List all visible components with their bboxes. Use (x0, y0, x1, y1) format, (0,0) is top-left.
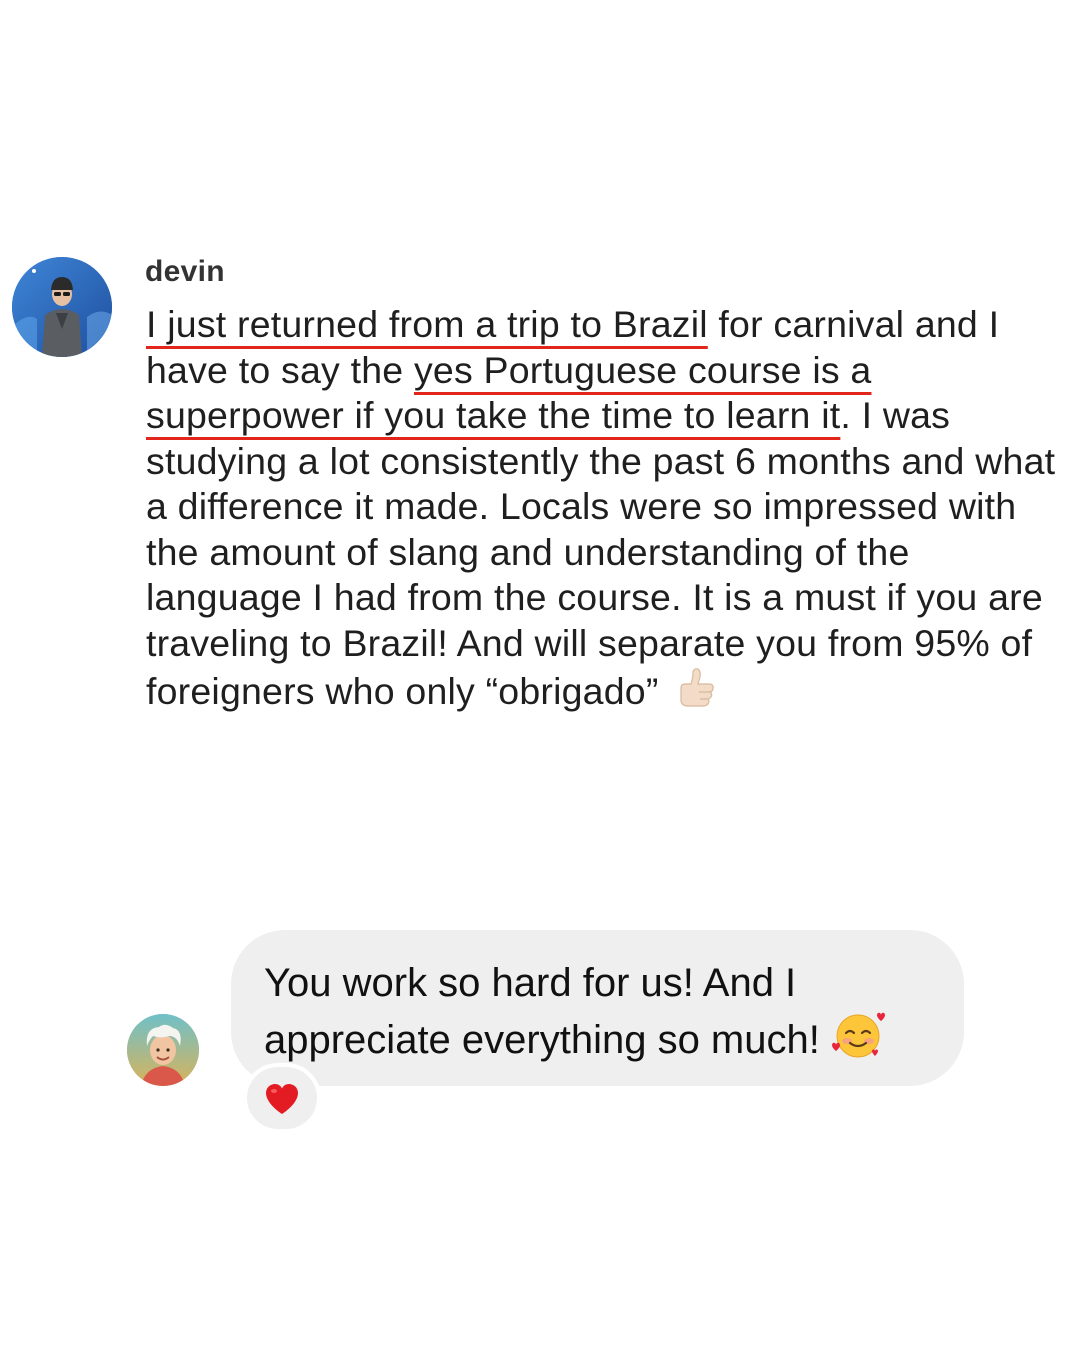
red-heart-icon (266, 1084, 298, 1114)
smiling-face-with-hearts-emoji-icon (830, 1009, 886, 1074)
cartoon-avatar-icon (127, 1014, 199, 1086)
reply-message-text: You work so hard for us! And I appreciat… (264, 957, 944, 1074)
user-photo-avatar-icon (12, 257, 112, 357)
commenter-username[interactable]: devin (145, 255, 225, 289)
reply-avatar[interactable] (127, 1014, 199, 1086)
heart-reaction[interactable] (243, 1063, 321, 1133)
underlined-phrase: I just returned from a trip to Brazil (146, 303, 708, 345)
commenter-avatar[interactable] (12, 257, 112, 357)
thumbs-up-emoji-icon (673, 666, 717, 721)
comment-text: I just returned from a trip to Brazil fo… (146, 302, 1066, 721)
comment-text-segment: . I was studying a lot consistently the … (146, 394, 1056, 712)
reply-text: You work so hard for us! And I appreciat… (264, 961, 820, 1062)
reply-message-bubble[interactable]: You work so hard for us! And I appreciat… (231, 930, 964, 1086)
